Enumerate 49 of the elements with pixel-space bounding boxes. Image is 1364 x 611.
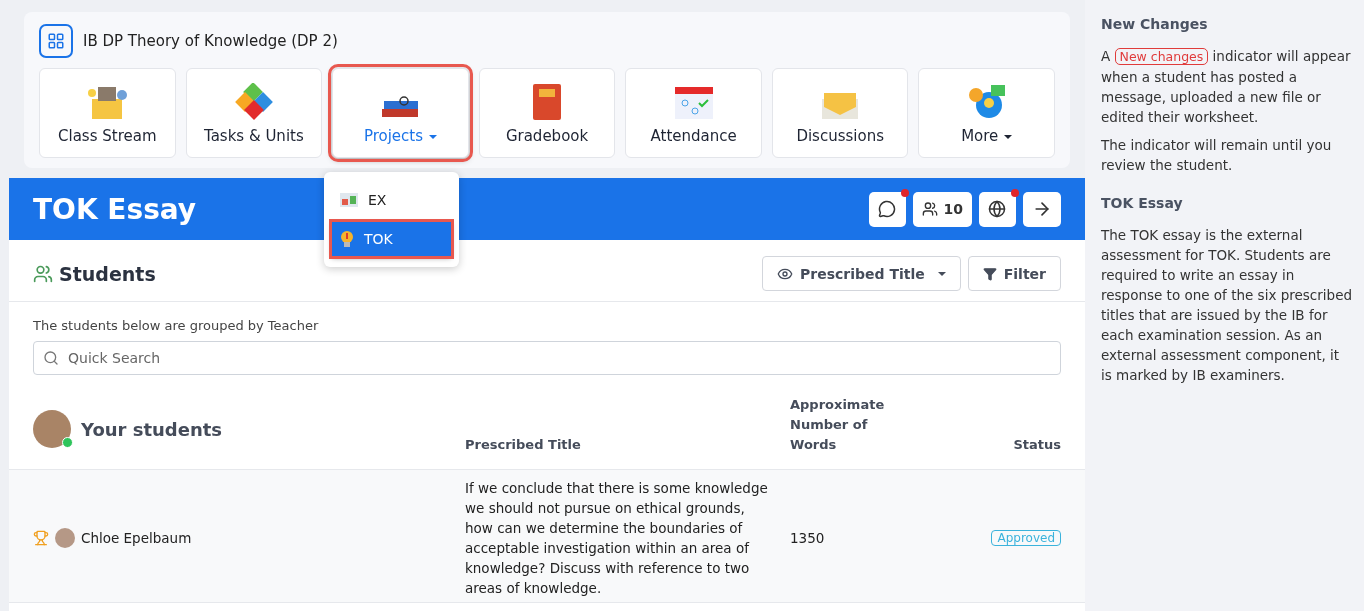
chat-icon: [877, 200, 896, 218]
next-button[interactable]: [1023, 191, 1061, 227]
users-icon: [921, 201, 938, 217]
column-header: Approximate Number of Words: [790, 396, 886, 454]
nav-tile-icon: [233, 83, 274, 121]
help-paragraph: A New changes indicator will appear when a student has posted a message, uploaded a new file or edited their worksheet.: [1101, 47, 1352, 127]
help-heading: New Changes: [1101, 15, 1209, 34]
nav-tile[interactable]: Gradebook: [478, 68, 616, 158]
search-icon: [43, 350, 59, 366]
nav-tile[interactable]: Discussions: [771, 68, 909, 158]
page-title: TOK Essay: [33, 192, 197, 226]
filter-button[interactable]: Filter: [967, 256, 1061, 291]
nav-tile[interactable]: Tasks & Units: [185, 68, 323, 158]
nav-tile[interactable]: Class Stream: [39, 68, 176, 158]
project-icon: [340, 230, 354, 248]
help-paragraph: The indicator will remain until you review the student.: [1101, 136, 1333, 175]
students-heading: Students: [33, 262, 156, 285]
globe-button[interactable]: [979, 191, 1016, 227]
column-header: Status: [1013, 436, 1061, 454]
chat-button[interactable]: [868, 191, 906, 227]
nav-tile[interactable]: Attendance: [625, 68, 762, 158]
nav-tile-icon: [966, 83, 1007, 121]
students-count-button[interactable]: 10: [912, 191, 972, 227]
grouping-note: The students below are grouped by Teacher: [33, 318, 320, 333]
prescribed-title: If we conclude that there is some knowledge we should not pursue on ethical grounds, how can we determine the boundaries of acceptable investigation within an area of knowledge? Discuss with reference to two areas of knowledge.: [465, 479, 769, 598]
nav-tile[interactable]: More: [918, 68, 1056, 158]
word-count: 1350: [790, 529, 826, 548]
project-icon: [340, 193, 358, 207]
trophy-icon: [33, 530, 49, 546]
nav-tile-icon: [672, 85, 715, 121]
student-name[interactable]: Chloe Epelbaum: [81, 528, 192, 548]
search-field[interactable]: Quick Search: [33, 341, 1061, 375]
filter-icon: [982, 266, 997, 281]
column-header: Prescribed Title: [465, 436, 582, 454]
group-title: Your students: [81, 418, 223, 440]
globe-icon: [988, 200, 1006, 218]
apps-button[interactable]: [39, 24, 73, 58]
view-dropdown-button[interactable]: Prescribed Title: [762, 256, 961, 291]
course-title: IB DP Theory of Knowledge (DP 2): [83, 32, 338, 50]
status-badge: Approved: [991, 530, 1061, 546]
online-dot: [62, 437, 73, 448]
nav-tile-icon: [531, 83, 563, 121]
users-icon: [33, 263, 53, 284]
help-paragraph: The TOK essay is the external assessment for TOK. Students are required to write an essay in response to one of the six prescribed titles that are issued by the IB for each examination session. As an external assessment component, it is marked by IB examiners.: [1101, 226, 1352, 385]
menu-item[interactable]: TOK: [332, 222, 451, 256]
help-heading: TOK Essay: [1101, 194, 1184, 213]
grid-icon: [47, 32, 65, 50]
avatar: [55, 528, 75, 548]
menu-item[interactable]: EX: [332, 183, 451, 217]
